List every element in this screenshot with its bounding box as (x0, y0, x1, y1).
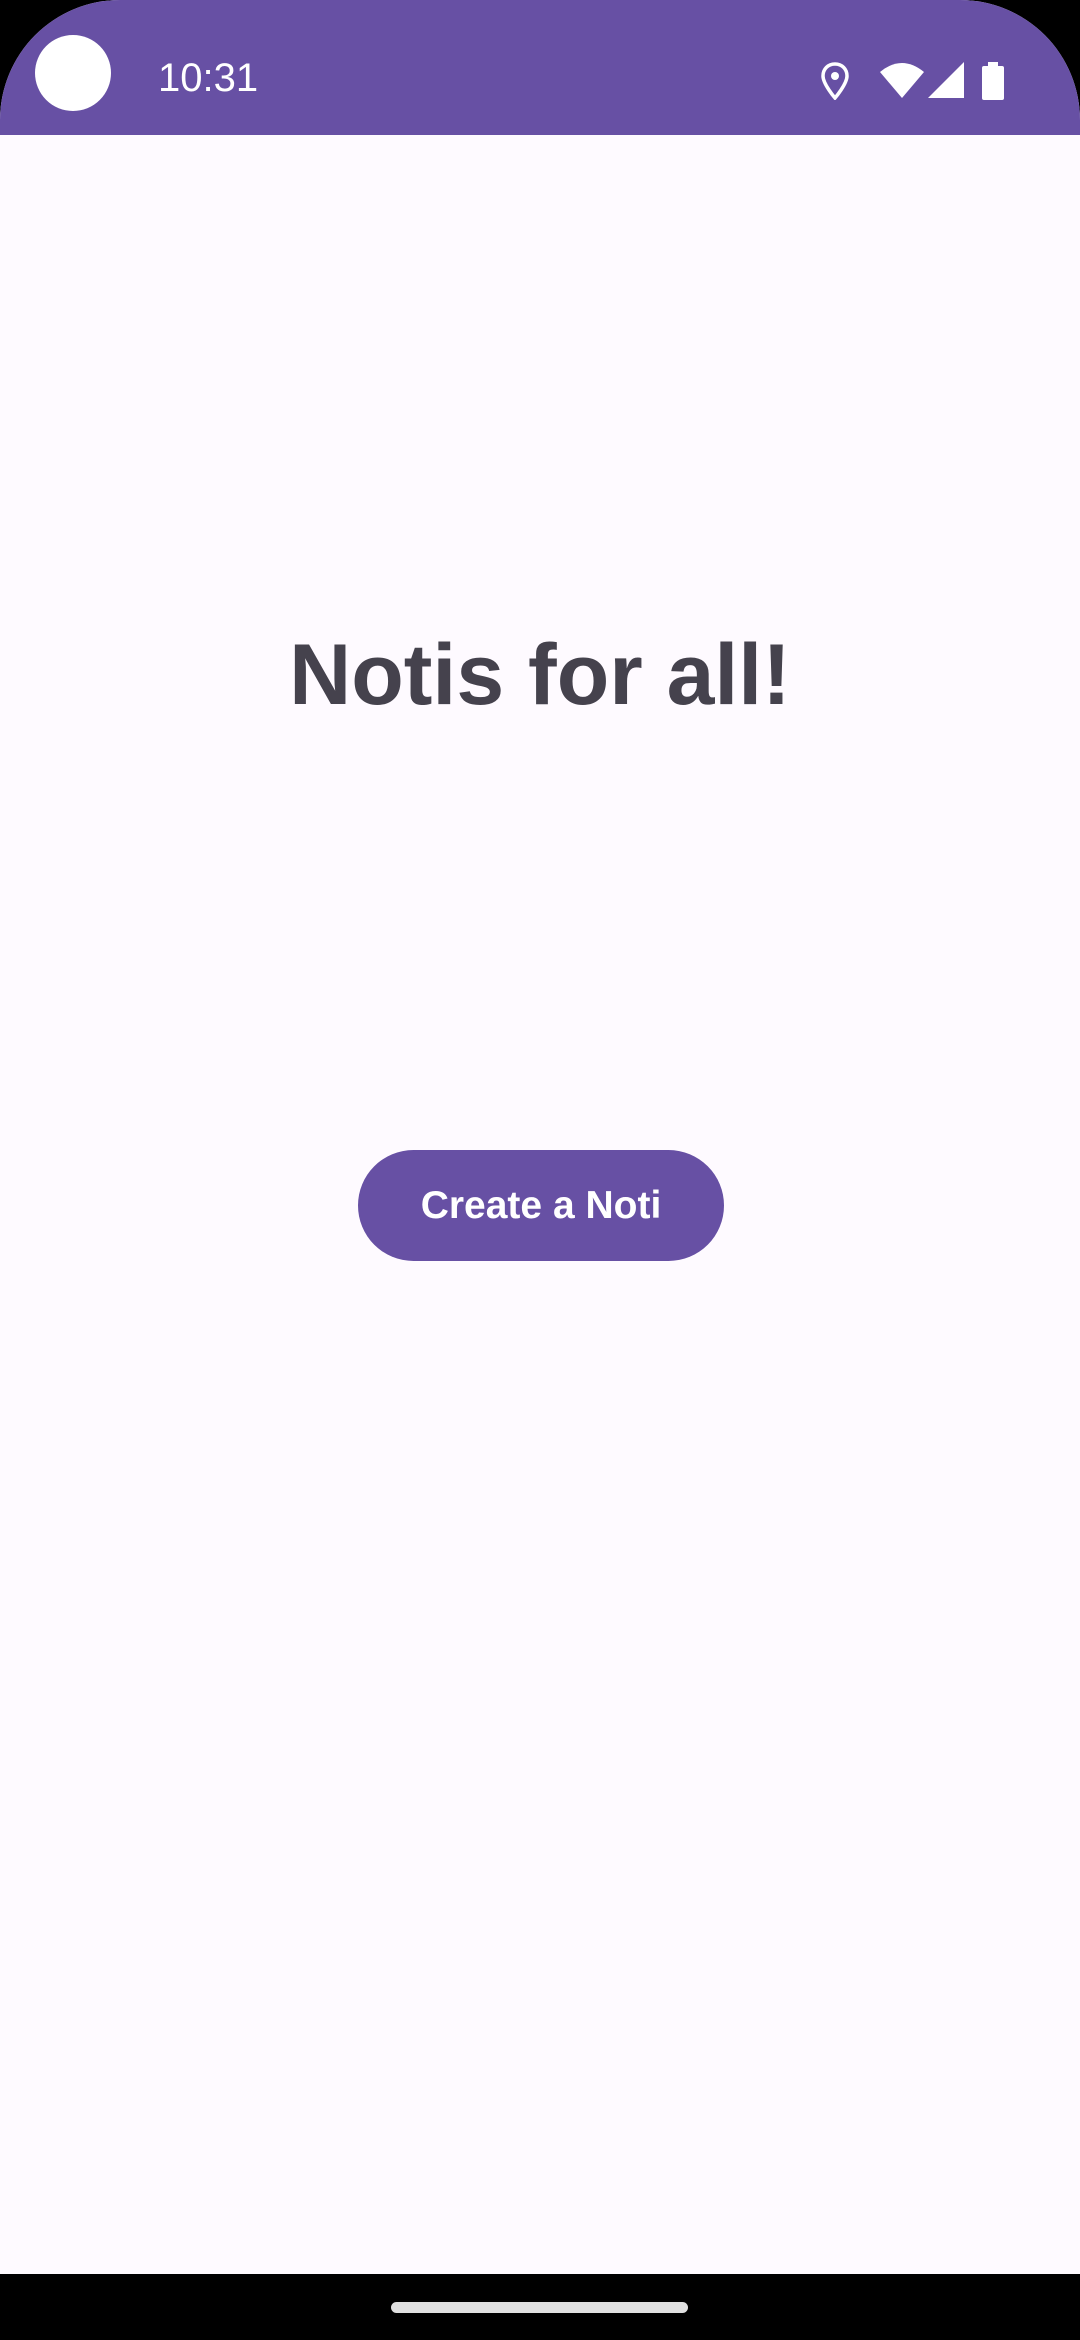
status-bar: 10:31 (0, 0, 1080, 135)
create-noti-button[interactable]: Create a Noti (358, 1150, 724, 1261)
camera-cutout (35, 35, 111, 111)
app-screen: 10:31 Notis for all! Create a Noti (0, 0, 1080, 2340)
battery-icon (982, 62, 1004, 100)
location-icon (821, 62, 849, 100)
wifi-icon (880, 63, 924, 98)
status-clock: 10:31 (158, 56, 259, 100)
screen-bottom-mask (0, 2274, 1080, 2340)
page-title: Notis for all! (289, 627, 791, 723)
cellular-signal-icon (928, 62, 964, 98)
